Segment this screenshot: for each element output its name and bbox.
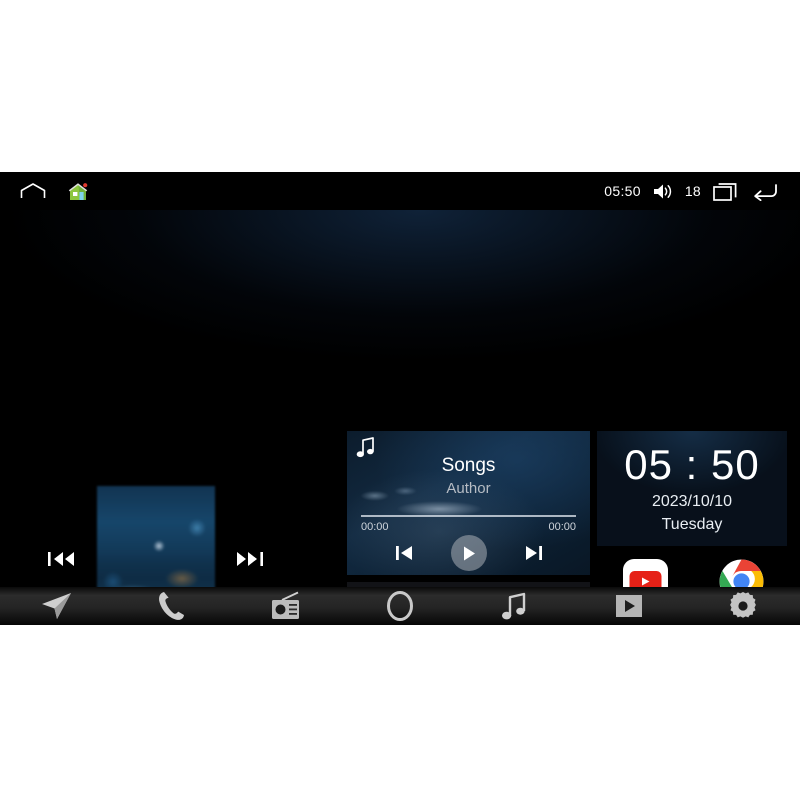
music-play-button[interactable] bbox=[450, 535, 487, 571]
clock-widget[interactable]: 05 : 50 2023/10/10 Tuesday bbox=[597, 431, 787, 546]
music-previous-button[interactable] bbox=[395, 544, 417, 562]
music-next-button[interactable] bbox=[521, 544, 543, 562]
dock-item-video[interactable] bbox=[571, 587, 685, 625]
head-unit-screen: 05:50 18 Songs Author 00:00 00:00 05: 5… bbox=[0, 172, 800, 625]
clock-hours: 05 bbox=[624, 441, 673, 488]
dock-item-music[interactable] bbox=[457, 587, 571, 625]
status-bar: 05:50 18 bbox=[0, 172, 800, 210]
bottom-dock bbox=[0, 587, 800, 625]
video-play-icon bbox=[614, 591, 644, 621]
clock-separator: : bbox=[685, 441, 699, 488]
music-track-title: Songs bbox=[441, 455, 496, 476]
circle-home-icon bbox=[386, 590, 414, 622]
music-time-elapsed: 00:00 bbox=[361, 521, 389, 533]
volume-level: 18 bbox=[684, 183, 701, 199]
navigation-arrow-icon bbox=[40, 591, 74, 621]
clock-minutes: 50 bbox=[711, 441, 760, 488]
music-transport-controls bbox=[347, 535, 590, 571]
house-color-icon[interactable] bbox=[68, 182, 88, 201]
clock-date: 2023/10/10 bbox=[651, 493, 733, 510]
radio-previous-button[interactable] bbox=[46, 546, 80, 572]
music-progress-bar[interactable] bbox=[361, 515, 576, 517]
radio-icon bbox=[270, 591, 302, 621]
music-track-artist: Author bbox=[446, 480, 491, 497]
status-bar-time: 05:50 bbox=[604, 183, 641, 199]
skip-next-icon bbox=[233, 550, 263, 568]
dock-item-navigation[interactable] bbox=[0, 587, 114, 625]
music-note-icon bbox=[501, 591, 527, 621]
dock-item-settings[interactable] bbox=[686, 587, 800, 625]
skip-previous-icon bbox=[48, 550, 78, 568]
music-time-total: 00:00 bbox=[548, 521, 576, 533]
radio-next-button[interactable] bbox=[231, 546, 265, 572]
clock-weekday: Tuesday bbox=[661, 516, 723, 533]
back-arrow-icon[interactable] bbox=[751, 182, 778, 201]
radio-widget[interactable]: 92.30 FM MHz bbox=[0, 210, 345, 625]
status-bar-right-group: 05:50 18 bbox=[604, 182, 800, 201]
gear-icon bbox=[728, 591, 758, 621]
speaker-volume-icon[interactable] bbox=[653, 183, 673, 200]
music-player-widget[interactable]: Songs Author 00:00 00:00 bbox=[347, 431, 590, 575]
home-outline-icon[interactable] bbox=[20, 183, 46, 199]
dock-item-phone[interactable] bbox=[114, 587, 228, 625]
screenshot-canvas: 05:50 18 Songs Author 00:00 00:00 05: 5… bbox=[0, 0, 800, 800]
dock-item-home[interactable] bbox=[343, 587, 457, 625]
phone-icon bbox=[157, 591, 185, 621]
home-screen-desktop: 92.30 FM MHz Songs Author bbox=[0, 210, 800, 625]
recent-apps-icon[interactable] bbox=[713, 182, 739, 201]
clock-time: 05 : 50 bbox=[597, 441, 787, 489]
status-bar-left-group bbox=[0, 182, 88, 201]
dock-item-radio[interactable] bbox=[229, 587, 343, 625]
